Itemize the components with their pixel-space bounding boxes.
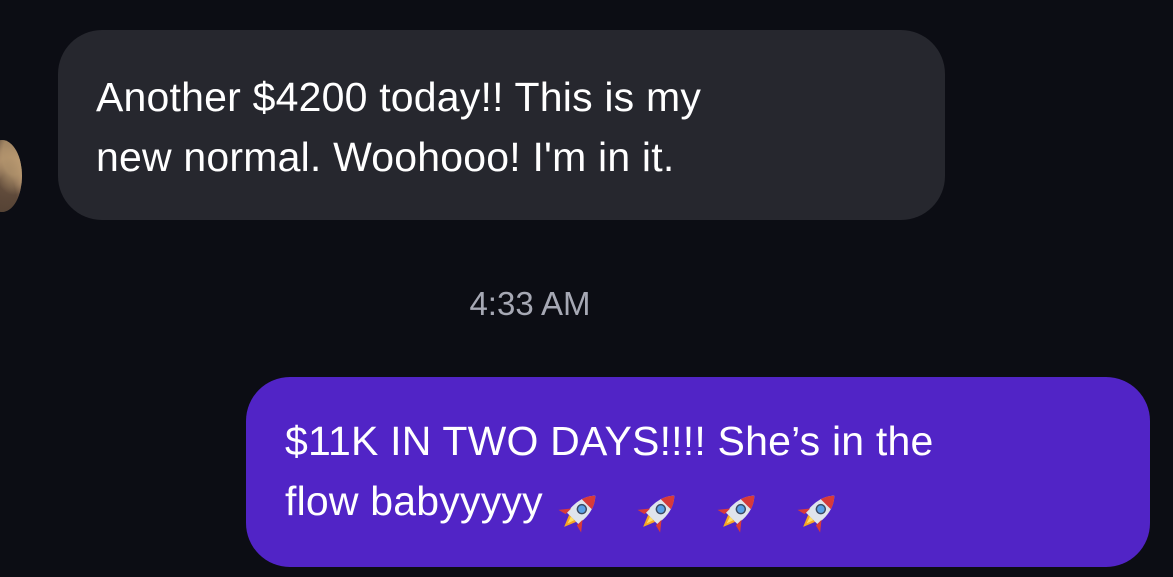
sender-avatar[interactable] (0, 140, 22, 212)
outgoing-message-line-1: $11K IN TWO DAYS!!!! She’s in the (285, 418, 934, 464)
avatar-photo (0, 140, 22, 212)
rocket-icon (637, 495, 675, 533)
outgoing-message-line-2-wrapper: flow babyyyyy (285, 471, 1120, 539)
rocket-icon (797, 495, 834, 533)
rocket-icon (717, 495, 755, 533)
message-timestamp: 4:33 AM (469, 285, 591, 322)
conversation-view: Another $4200 today!! This is my new nor… (0, 0, 1173, 577)
rocket-emoji-group (551, 479, 858, 539)
outgoing-message-bubble[interactable]: $11K IN TWO DAYS!!!! She’s in the flow b… (246, 377, 1150, 567)
incoming-message-line-1: Another $4200 today!! This is my (96, 74, 702, 120)
rocket-icon (558, 495, 596, 533)
outgoing-message-line-2: flow babyyyyy (285, 478, 543, 524)
incoming-message-line-2: new normal. Woohooo! I'm in it. (96, 134, 675, 180)
incoming-message-bubble[interactable]: Another $4200 today!! This is my new nor… (58, 30, 945, 220)
